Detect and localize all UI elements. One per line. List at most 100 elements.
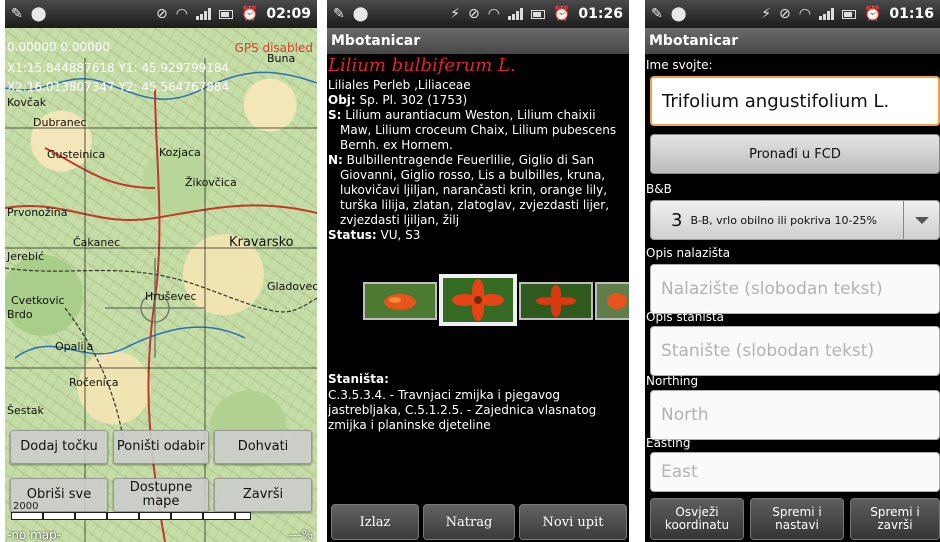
refresh-coordinate-button[interactable]: Osvježi koordinatu xyxy=(650,498,744,540)
location-pin-icon: ⬤ xyxy=(670,6,687,22)
status-bar: ✎ ⬤ ⚡ ⊘ ◠ ⏰ 01:26 xyxy=(327,0,629,28)
habitat-placeholder: Stanište (slobodan tekst) xyxy=(661,341,875,361)
place-label: Cvetkovic xyxy=(11,294,65,307)
place-label: Kozjaca xyxy=(159,146,201,159)
current-coordinates: 0.00000 0.00000 xyxy=(7,40,111,54)
signal-icon xyxy=(195,8,211,20)
habitats-text: C.3.5.3.4. - Travnjaci zmijka i pjegavog… xyxy=(328,388,597,432)
species-detail-screen: ✎ ⬤ ⚡ ⊘ ◠ ⏰ 01:26 Mbotanicar Lilium bulb… xyxy=(327,0,629,542)
synonyms-label: S: xyxy=(328,108,342,122)
add-point-button[interactable]: Dodaj točku xyxy=(10,430,108,464)
alarm-icon: ⏰ xyxy=(863,6,882,22)
alarm-icon: ⏰ xyxy=(240,6,259,22)
place-label: Dubranec xyxy=(33,116,86,129)
wifi-icon: ◠ xyxy=(487,6,500,22)
gps-status: GPS disabled xyxy=(234,41,313,55)
location-pin-icon: ⬤ xyxy=(352,6,369,22)
gallery-thumbnail[interactable] xyxy=(595,282,629,320)
common-names-row: N: Bulbillentragende Feuerlilie, Giglio … xyxy=(327,153,625,228)
place-label: Ročenica xyxy=(69,376,119,389)
status-value: VU, S3 xyxy=(376,228,421,242)
x2-y2-coordinates: X2:16.013807347 Y2: 45.564767884 xyxy=(7,80,230,94)
synonyms-row: S: Lilium aurantiacum Weston, Lilium cha… xyxy=(327,108,625,153)
species-name: Lilium bulbiferum L. xyxy=(328,55,516,76)
place-label: Brdo xyxy=(7,308,33,321)
fetch-button[interactable]: Dohvati xyxy=(214,430,312,464)
place-label: Prvonožina xyxy=(7,206,67,219)
chevron-down-icon[interactable] xyxy=(903,201,939,239)
location-label: Opis nalazišta xyxy=(646,246,731,260)
exit-button[interactable]: Izlaz xyxy=(331,504,419,540)
status-row: Status: VU, S3 xyxy=(327,228,625,243)
bb-label: B&B xyxy=(646,182,672,196)
easting-placeholder: East xyxy=(661,462,698,482)
new-query-button[interactable]: Novi upit xyxy=(519,504,627,540)
save-continue-button[interactable]: Spremi i nastavi xyxy=(750,498,844,540)
map-view[interactable]: Dubranec Gusteinica Kozjaca Žikovčica Pr… xyxy=(5,28,317,542)
place-label: Čakanec xyxy=(73,236,120,249)
place-label: Opalija xyxy=(55,340,93,353)
clock: 01:26 xyxy=(578,6,623,22)
publication-row: Obj: Sp. Pl. 302 (1753) xyxy=(327,93,625,108)
taxon-input[interactable]: Trifolium angustifolium L. xyxy=(650,76,940,126)
status-bar: ✎ ⬤ ⚡ ⊘ ◠ ⏰ 01:16 xyxy=(645,0,940,28)
app-title: Mbotanicar xyxy=(327,28,629,54)
taxon-value: Trifolium angustifolium L. xyxy=(662,90,890,112)
edit-icon: ✎ xyxy=(11,6,23,22)
available-maps-button[interactable]: Dostupne mape xyxy=(113,478,209,512)
battery-icon xyxy=(841,9,856,19)
clock: 01:16 xyxy=(889,6,934,22)
habitat-input[interactable]: Stanište (slobodan tekst) xyxy=(650,326,940,376)
gallery-thumbnail[interactable] xyxy=(519,282,593,320)
entry-form-screen: ✎ ⬤ ⚡ ⊘ ◠ ⏰ 01:16 Mbotanicar Ime svojte:… xyxy=(645,0,940,542)
back-button[interactable]: Natrag xyxy=(423,504,515,540)
scale-bar xyxy=(11,512,251,520)
place-label: Žikovčica xyxy=(185,176,237,189)
find-in-fcd-button[interactable]: Pronađi u FCD xyxy=(650,134,940,174)
signal-icon xyxy=(507,8,523,20)
location-placeholder: Nalazište (slobodan tekst) xyxy=(661,279,883,299)
battery-icon xyxy=(218,9,233,19)
northing-input[interactable]: North xyxy=(650,390,940,440)
gallery-thumbnail[interactable] xyxy=(363,282,437,320)
status-bar: ✎ ⬤ ⊘ ◠ ⏰ 02:09 xyxy=(5,0,317,28)
location-pin-icon: ⬤ xyxy=(30,6,47,22)
bb-text: B-B, vrlo obilno ili pokriva 10-25% xyxy=(690,213,877,227)
place-label: Gusteinica xyxy=(47,148,105,161)
bb-number: 3 xyxy=(671,209,683,231)
gps-off-icon: ⊘ xyxy=(156,6,168,22)
status-label: Status: xyxy=(328,228,377,242)
easting-label: Easting xyxy=(646,436,691,450)
northing-placeholder: North xyxy=(661,405,709,425)
place-label: Jerebić xyxy=(6,250,44,263)
taxon-label: Ime svojte: xyxy=(646,58,713,72)
cancel-selection-button[interactable]: Poništi odabir xyxy=(113,430,209,464)
usb-icon: ⚡ xyxy=(761,6,772,22)
location-input[interactable]: Nalazište (slobodan tekst) xyxy=(650,264,940,314)
place-label: Šestak xyxy=(7,404,45,417)
gps-off-icon: ⊘ xyxy=(468,6,480,22)
x1-y1-coordinates: X1:15.844887618 Y1: 45.929799184 xyxy=(7,61,230,75)
place-label: Gladovec xyxy=(267,280,317,293)
place-label: Kovčak xyxy=(7,96,47,109)
save-finish-button[interactable]: Spremi i završi xyxy=(850,498,940,540)
bb-select[interactable]: 3 B-B, vrlo obilno ili pokriva 10-25% xyxy=(650,200,940,240)
gallery-thumbnail-selected[interactable] xyxy=(439,274,517,326)
publication-value: Sp. Pl. 302 (1753) xyxy=(355,93,468,107)
load-progress: ---% xyxy=(288,528,313,542)
common-names-value: Bulbillentragende Feuerlilie, Giglio di … xyxy=(340,153,610,227)
signal-icon xyxy=(818,8,834,20)
map-drawing: Dubranec Gusteinica Kozjaca Žikovčica Pr… xyxy=(5,52,317,542)
map-status: -no map- xyxy=(7,528,62,542)
alarm-icon: ⏰ xyxy=(552,6,571,22)
wifi-icon: ◠ xyxy=(798,6,811,22)
edit-icon: ✎ xyxy=(333,6,345,22)
photo-gallery[interactable] xyxy=(363,274,629,326)
habitats-label: Staništa: xyxy=(328,372,389,386)
habitat-label: Opis staništa xyxy=(646,310,725,324)
publication-label: Obj: xyxy=(328,93,356,107)
easting-input[interactable]: East xyxy=(650,452,940,492)
finish-button[interactable]: Završi xyxy=(214,478,312,512)
usb-icon: ⚡ xyxy=(450,6,461,22)
synonyms-value: Lilium aurantiacum Weston, Lilium chaixi… xyxy=(340,108,617,152)
